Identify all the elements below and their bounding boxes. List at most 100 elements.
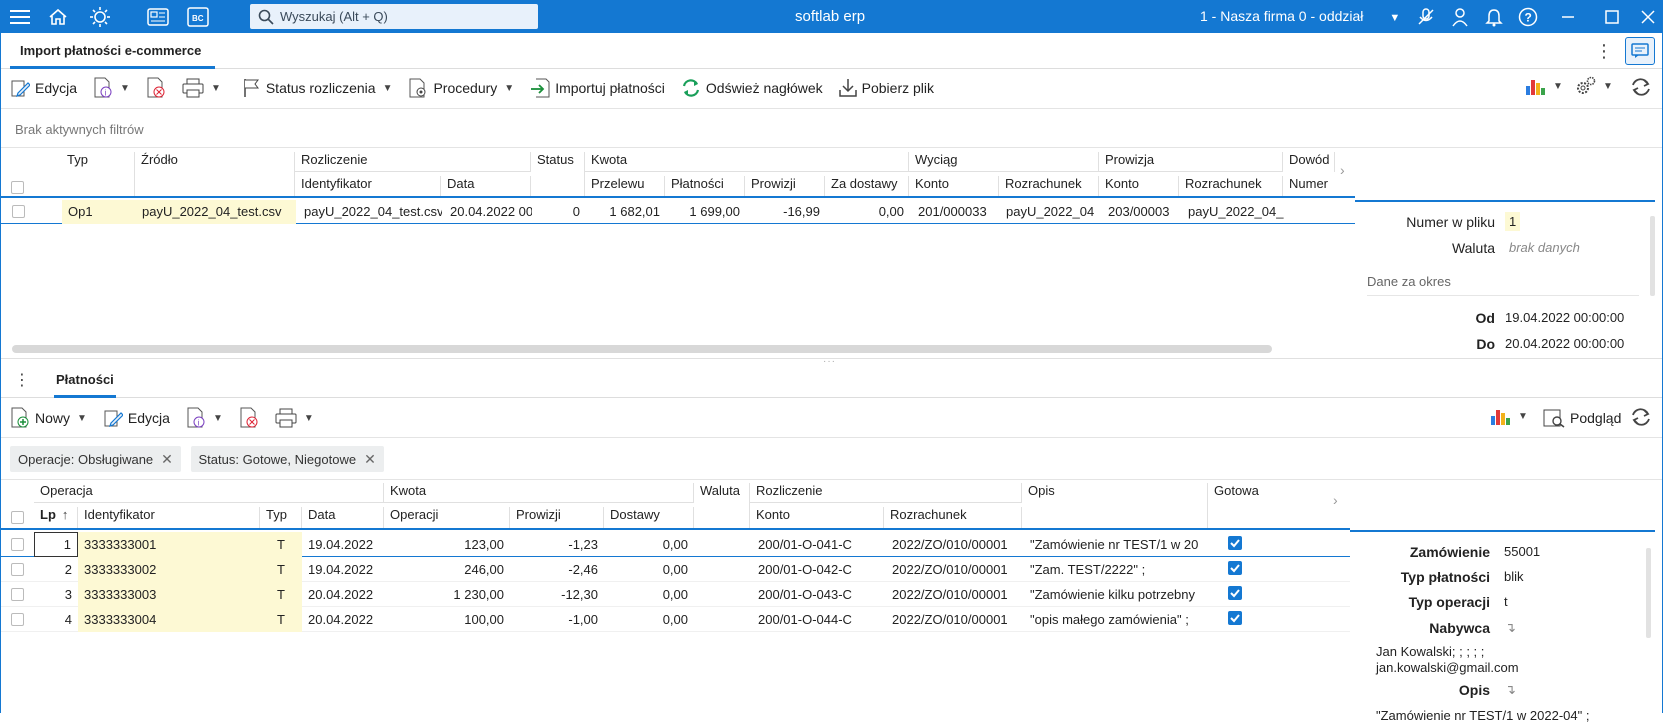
table-row[interactable]: Op1 payU_2022_04_test.csv payU_2022_04_t… [0, 200, 1355, 224]
microphone-off-icon[interactable] [1414, 5, 1438, 29]
row-checkbox[interactable] [11, 613, 24, 626]
print-payments-button[interactable]: ▼ [267, 403, 322, 433]
settings-button[interactable]: ▼ [1575, 76, 1613, 96]
col-typ[interactable]: Typ [260, 507, 302, 528]
chart-view-button[interactable]: ▼ [1490, 406, 1528, 426]
row-checkbox[interactable] [11, 588, 24, 601]
row-checkbox[interactable] [11, 563, 24, 576]
col-operacji[interactable]: Operacji [384, 507, 510, 528]
tab-import-platnosci[interactable]: Import płatności e-commerce [10, 33, 215, 69]
col-dostawy[interactable]: Dostawy [604, 507, 694, 528]
row-checkbox[interactable] [12, 205, 25, 218]
chevron-right-icon[interactable]: › [1333, 492, 1338, 508]
table-row[interactable]: 3 3333333003 T 20.04.2022 1 230,00 -12,30 0,00… [0, 582, 1350, 607]
close-icon[interactable] [1636, 5, 1660, 29]
col-gotowa[interactable]: Gotowa [1208, 483, 1260, 528]
col-zrodlo[interactable]: Źródło [135, 152, 295, 196]
typ-operacji-value: t [1504, 594, 1508, 609]
company-selector[interactable]: 1 - Nasza firma 0 - oddział ▼ [1200, 8, 1400, 24]
home-icon[interactable] [46, 5, 70, 29]
search-input[interactable]: Wyszukaj (Alt + Q) [250, 4, 538, 29]
preview-button[interactable]: Podgląd [1535, 403, 1629, 433]
import-payments-button[interactable]: Importuj płatności [522, 73, 673, 103]
refresh-icon[interactable] [1630, 76, 1652, 101]
help-icon[interactable]: ? [1516, 5, 1540, 29]
more-vertical-icon[interactable]: ⋮ [1595, 41, 1613, 62]
col-data[interactable]: Data [302, 507, 384, 528]
status-rozliczenia-button[interactable]: Status rozliczenia ▼ [235, 73, 401, 103]
col-prowizja-konto[interactable]: Konto [1099, 176, 1179, 196]
filter-chip-operacje[interactable]: Operacje: Obsługiwane ✕ [10, 446, 181, 472]
zamowienie-label: Zamówienie [1409, 544, 1490, 560]
more-vertical-icon[interactable]: ⋮ [14, 370, 30, 390]
procedures-button[interactable]: Procedury ▼ [400, 73, 522, 103]
bell-icon[interactable] [1482, 5, 1506, 29]
col-data[interactable]: Data [441, 176, 531, 196]
cell-data: 20.04.2022 00:00 [450, 204, 532, 219]
col-opis[interactable]: Opis [1022, 483, 1208, 528]
filter-chip-status[interactable]: Status: Gotowe, Niegotowe ✕ [190, 446, 384, 472]
select-all-checkbox[interactable] [11, 511, 24, 524]
gotowa-checkbox[interactable] [1228, 536, 1242, 550]
document-info-button[interactable]: i ▼ [85, 73, 138, 103]
gotowa-checkbox[interactable] [1228, 611, 1242, 625]
newspaper-icon[interactable] [146, 5, 170, 29]
col-platnosci[interactable]: Płatności [665, 176, 745, 196]
refresh-header-button[interactable]: Odśwież nagłówek [673, 73, 831, 103]
col-prowizja-rozrachunek[interactable]: Rozrachunek [1179, 176, 1283, 196]
col-konto[interactable]: Konto [750, 507, 884, 528]
minimize-icon[interactable] [1556, 5, 1580, 29]
select-all-checkbox[interactable] [11, 181, 24, 194]
chat-panel-icon[interactable] [1625, 37, 1655, 65]
horizontal-scrollbar[interactable] [12, 345, 1272, 353]
col-prowizji[interactable]: Prowizji [745, 176, 825, 196]
chevron-right-icon[interactable]: › [1340, 162, 1345, 178]
delete-document-icon [147, 77, 165, 98]
new-button[interactable]: Nowy ▼ [0, 403, 95, 433]
col-waluta[interactable]: Waluta [694, 483, 750, 528]
tab-platnosci[interactable]: Płatności [54, 362, 116, 398]
col-za-dostawy[interactable]: Za dostawy [825, 176, 909, 196]
hamburger-menu-icon[interactable] [8, 5, 32, 29]
col-status[interactable]: Status [531, 152, 585, 196]
table-row[interactable]: 4 3333333004 T 20.04.2022 100,00 -1,00 0,00 200… [0, 607, 1350, 632]
details-scrollbar[interactable] [1646, 548, 1651, 638]
table-row[interactable]: 1 3333333001 T 19.04.2022 123,00 -1,23 0,00 200… [0, 532, 1350, 557]
delete-document-button[interactable] [138, 73, 174, 103]
app-title: softlab erp [795, 8, 866, 25]
col-identyfikator[interactable]: Identyfikator [78, 507, 260, 528]
cell-prowizji: -12,30 [561, 587, 598, 602]
refresh-icon[interactable] [1630, 406, 1652, 431]
col-przelewu[interactable]: Przelewu [585, 176, 665, 196]
details-scrollbar[interactable] [1650, 216, 1655, 296]
close-icon[interactable]: ✕ [161, 451, 173, 468]
print-button[interactable]: ▼ [174, 73, 229, 103]
table-row[interactable]: 2 3333333002 T 19.04.2022 246,00 -2,46 0,00 200… [0, 557, 1350, 582]
col-prowizji[interactable]: Prowizji [510, 507, 604, 528]
row-checkbox[interactable] [11, 538, 24, 551]
payment-info-button[interactable]: i ▼ [178, 403, 231, 433]
col-dowod-numer[interactable]: Numer [1283, 176, 1335, 196]
bc-icon[interactable]: BC [186, 5, 210, 29]
edit-payment-button[interactable]: Edycja [95, 403, 178, 433]
sun-icon[interactable] [88, 5, 112, 29]
user-icon[interactable] [1448, 5, 1472, 29]
col-rozrachunek[interactable]: Rozrachunek [884, 507, 1022, 528]
col-wyciag-konto[interactable]: Konto [909, 176, 999, 196]
maximize-icon[interactable] [1600, 5, 1624, 29]
chart-view-button[interactable]: ▼ [1525, 76, 1563, 96]
edit-icon [11, 80, 30, 97]
col-typ[interactable]: Typ [61, 152, 135, 196]
typ-operacji-label: Typ operacji [1408, 594, 1490, 610]
gotowa-checkbox[interactable] [1228, 561, 1242, 575]
delete-payment-button[interactable] [231, 403, 267, 433]
close-icon[interactable]: ✕ [364, 451, 376, 468]
edit-button[interactable]: Edycja [0, 73, 85, 103]
col-group-wyciag: Wyciąg [909, 152, 1099, 172]
gotowa-checkbox[interactable] [1228, 586, 1242, 600]
download-file-button[interactable]: Pobierz plik [831, 73, 942, 103]
col-group-kwota: Kwota [384, 483, 694, 503]
col-lp[interactable]: Lp ↑ [34, 507, 78, 528]
col-identyfikator[interactable]: Identyfikator [295, 176, 441, 196]
col-wyciag-rozrachunek[interactable]: Rozrachunek [999, 176, 1099, 196]
